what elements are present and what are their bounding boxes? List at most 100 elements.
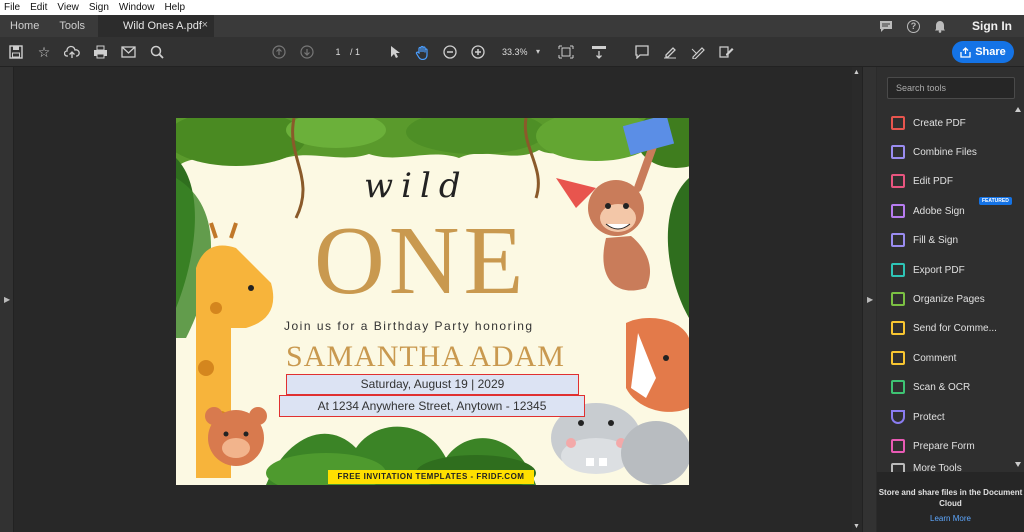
edit-pdf-icon xyxy=(891,174,905,188)
tool-label: Send for Comme... xyxy=(913,322,997,334)
sign-document-icon[interactable] xyxy=(717,43,735,61)
menu-window[interactable]: Window xyxy=(119,2,155,13)
right-panel-toggle[interactable]: ▶ xyxy=(862,67,876,532)
close-tab-icon[interactable]: × xyxy=(202,19,208,31)
expand-left-icon[interactable]: ▶ xyxy=(4,295,10,304)
print-icon[interactable] xyxy=(91,43,109,61)
zoom-out-icon[interactable] xyxy=(441,43,459,61)
document-cloud-promo: Store and share files in the Document Cl… xyxy=(877,472,1024,532)
tool-fill-sign[interactable]: Fill & Sign xyxy=(891,230,1019,250)
menu-view[interactable]: View xyxy=(57,2,79,13)
tool-label: Fill & Sign xyxy=(913,234,959,246)
save-icon[interactable] xyxy=(7,43,25,61)
sign-in-button[interactable]: Sign In xyxy=(972,19,1012,33)
fit-page-icon[interactable] xyxy=(557,43,575,61)
tool-label: Prepare Form xyxy=(913,440,975,452)
invitation-line: Join us for a Birthday Party honoring xyxy=(284,319,534,333)
comment-tool-icon xyxy=(891,351,905,365)
draw-signature-icon[interactable] xyxy=(689,43,707,61)
tool-label: Edit PDF xyxy=(913,175,954,187)
cloud-upload-icon[interactable] xyxy=(63,43,81,61)
tool-label: Export PDF xyxy=(913,264,965,276)
next-page-icon[interactable] xyxy=(298,43,316,61)
tool-create-pdf[interactable]: Create PDF xyxy=(891,113,1019,133)
template-credit: FREE INVITATION TEMPLATES - FRIDF.COM xyxy=(328,470,534,484)
tool-label: Scan & OCR xyxy=(913,381,971,393)
tool-scan-ocr[interactable]: Scan & OCR xyxy=(891,377,1019,397)
top-right-controls: ? Sign In xyxy=(879,15,1012,37)
zoom-level-select[interactable]: 33.3% xyxy=(502,45,528,59)
main-toolbar: ☆ 1 / 1 33.3% ▾ Share xyxy=(0,37,1024,67)
tab-bar: Home Tools Wild Ones A.pdf × ? Sign In xyxy=(0,15,1024,37)
tool-label: Protect xyxy=(913,411,945,423)
tab-home[interactable]: Home xyxy=(0,20,49,32)
tab-document[interactable]: Wild Ones A.pdf × xyxy=(98,15,214,37)
address-form-field[interactable]: At 1234 Anywhere Street, Anytown - 12345 xyxy=(279,395,585,417)
share-button[interactable]: Share xyxy=(952,41,1014,63)
tools-panel: Search tools Create PDF Combine Files Ed… xyxy=(877,67,1024,532)
date-form-field[interactable]: Saturday, August 19 | 2029 xyxy=(286,374,579,395)
menu-sign[interactable]: Sign xyxy=(89,2,109,13)
tool-label: Create PDF xyxy=(913,117,966,129)
search-tools-input[interactable]: Search tools xyxy=(887,77,1015,99)
menu-help[interactable]: Help xyxy=(164,2,185,13)
tool-send-for-comment[interactable]: Send for Comme... xyxy=(891,318,1019,338)
export-pdf-icon xyxy=(891,263,905,277)
tool-export-pdf[interactable]: Export PDF xyxy=(891,260,1019,280)
comment-bubble-icon[interactable] xyxy=(879,20,893,33)
search-icon[interactable] xyxy=(148,43,166,61)
scrolling-mode-icon[interactable] xyxy=(590,43,608,61)
zoom-in-icon[interactable] xyxy=(469,43,487,61)
learn-more-link[interactable]: Learn More xyxy=(877,514,1024,523)
tool-combine-files[interactable]: Combine Files xyxy=(891,142,1019,162)
document-tab-title: Wild Ones A.pdf xyxy=(123,20,202,32)
tool-adobe-sign[interactable]: Adobe Sign FEATURED xyxy=(891,197,1019,221)
promo-text: Store and share files in the Document Cl… xyxy=(878,488,1023,508)
left-panel-toggle[interactable]: ▶ xyxy=(0,67,14,532)
tool-protect[interactable]: Protect xyxy=(891,407,1019,427)
panel-scrollbar[interactable] xyxy=(1015,107,1021,467)
vertical-scrollbar[interactable]: ▲ ▼ xyxy=(852,67,862,532)
menu-file[interactable]: File xyxy=(4,2,20,13)
organize-pages-icon xyxy=(891,292,905,306)
collapse-right-icon[interactable]: ▶ xyxy=(867,295,873,304)
prepare-form-icon xyxy=(891,439,905,453)
hand-tool-icon[interactable] xyxy=(413,43,431,61)
pdf-page[interactable]: wild ONE Join us for a Birthday Party ho… xyxy=(176,118,689,485)
tab-tools[interactable]: Tools xyxy=(49,20,95,32)
combine-files-icon xyxy=(891,145,905,159)
bell-icon[interactable] xyxy=(934,20,946,33)
help-icon[interactable]: ? xyxy=(907,19,920,33)
one-heading: ONE xyxy=(314,207,528,315)
tool-comment[interactable]: Comment xyxy=(891,348,1019,368)
scroll-up-icon[interactable]: ▲ xyxy=(853,69,860,76)
select-cursor-icon[interactable] xyxy=(386,43,404,61)
honoree-name: SAMANTHA ADAM xyxy=(286,340,565,373)
highlight-pen-icon[interactable] xyxy=(661,43,679,61)
page-total: / 1 xyxy=(350,47,361,57)
page-number-input[interactable]: 1 xyxy=(327,45,349,59)
shield-icon xyxy=(891,410,905,424)
tool-prepare-form[interactable]: Prepare Form xyxy=(891,436,1019,456)
send-for-comment-icon xyxy=(891,321,905,335)
tool-organize-pages[interactable]: Organize Pages xyxy=(891,289,1019,309)
tool-edit-pdf[interactable]: Edit PDF xyxy=(891,171,1019,191)
adobe-sign-icon xyxy=(891,204,905,218)
wild-heading: wild xyxy=(364,166,469,206)
email-icon[interactable] xyxy=(119,43,137,61)
chevron-down-icon[interactable]: ▾ xyxy=(536,45,540,59)
create-pdf-icon xyxy=(891,116,905,130)
menu-edit[interactable]: Edit xyxy=(30,2,47,13)
tool-label: Adobe Sign xyxy=(913,205,965,217)
tool-label: Comment xyxy=(913,352,957,364)
tool-label: Combine Files xyxy=(913,146,977,158)
scroll-down-icon[interactable]: ▼ xyxy=(853,523,860,530)
tool-label: Organize Pages xyxy=(913,293,985,305)
scan-ocr-icon xyxy=(891,380,905,394)
share-label: Share xyxy=(975,46,1006,58)
fill-sign-icon xyxy=(891,233,905,247)
share-upload-icon xyxy=(960,46,971,58)
previous-page-icon[interactable] xyxy=(270,43,288,61)
comment-icon[interactable] xyxy=(633,43,651,61)
star-bookmark-icon[interactable]: ☆ xyxy=(35,43,53,61)
